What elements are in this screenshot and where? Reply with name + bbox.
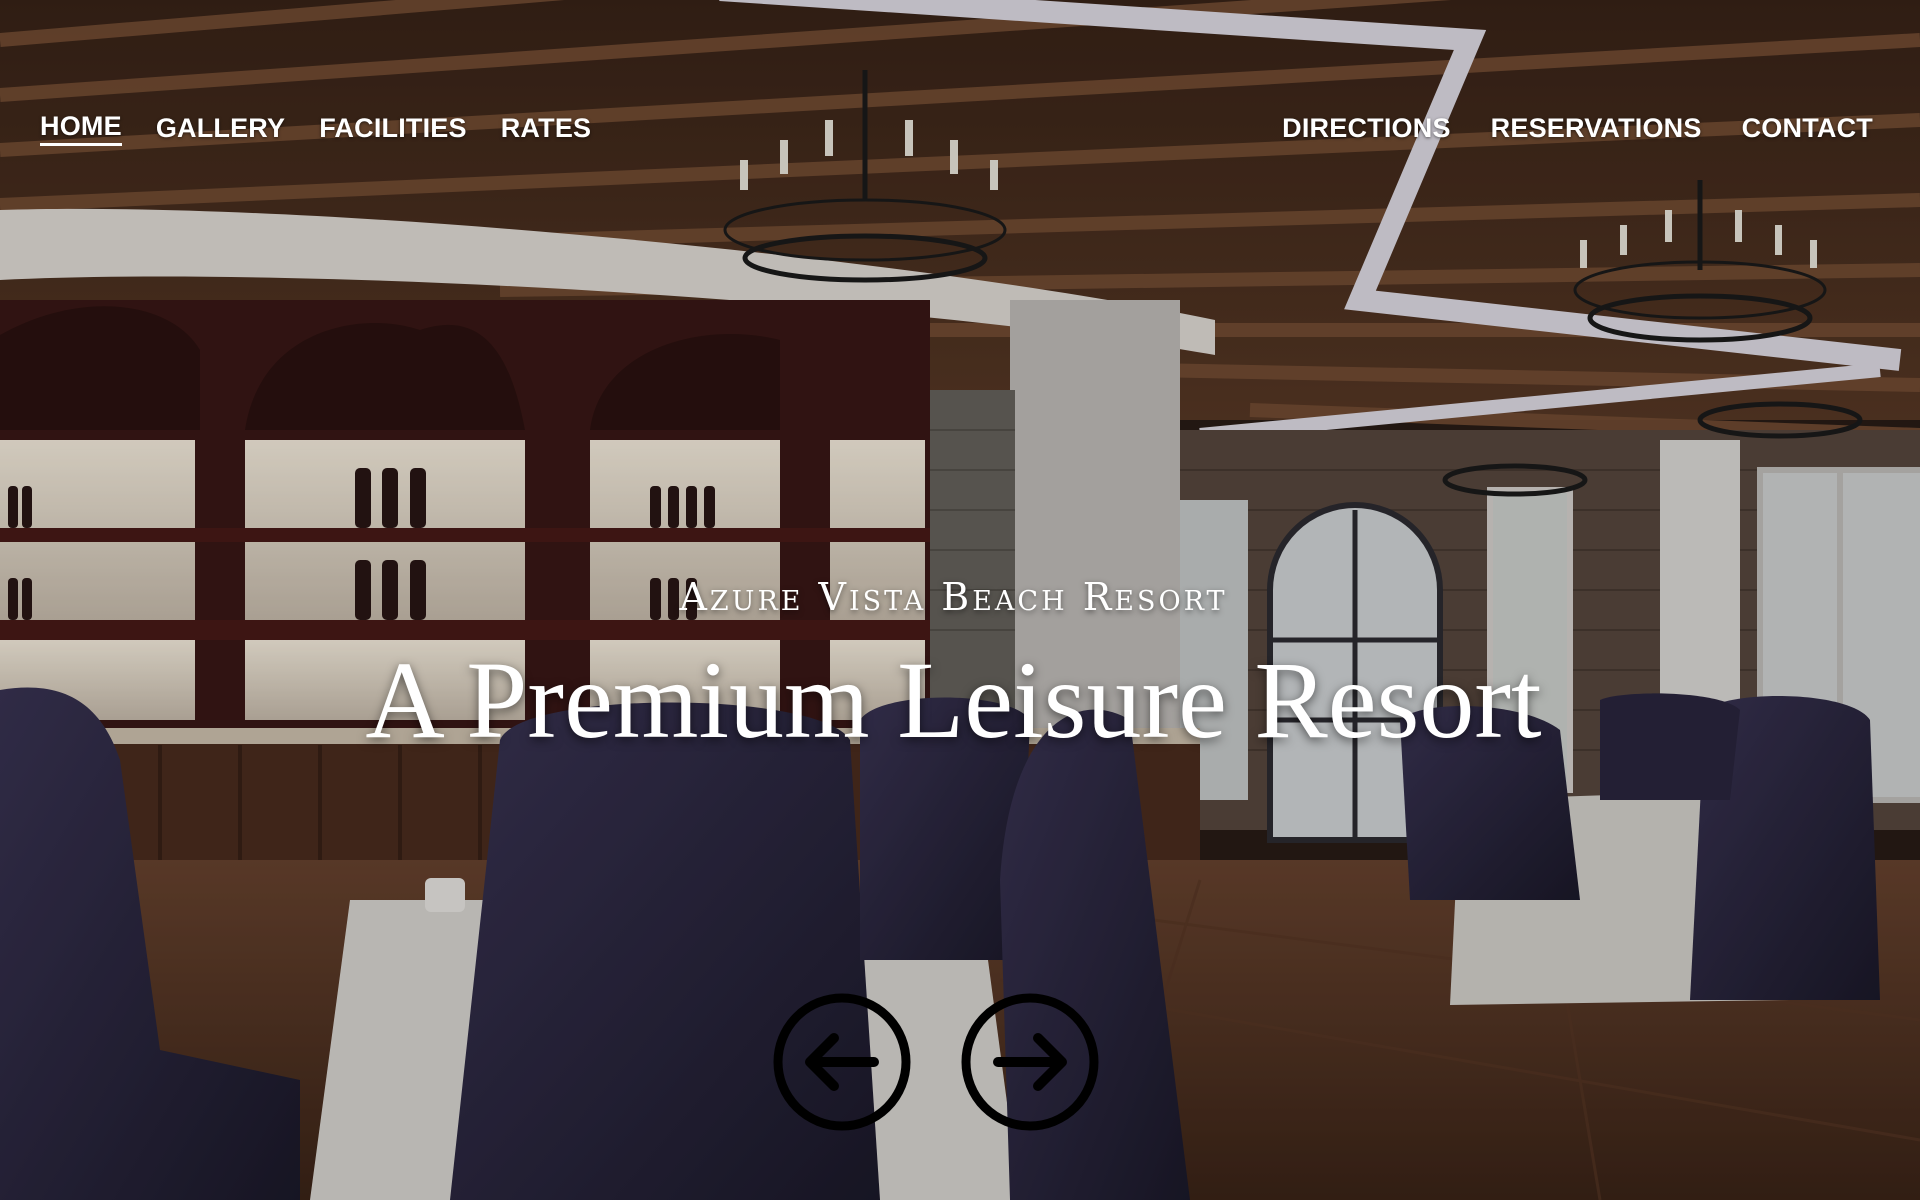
hero-kicker: Azure Vista Beach Resort bbox=[679, 575, 1228, 619]
slider-prev-button[interactable] bbox=[772, 992, 912, 1132]
hero-headline: A Premium Leisure Resort bbox=[365, 639, 1542, 761]
arrow-left-circle-icon bbox=[773, 993, 911, 1131]
hero-slider: HOME GALLERY FACILITIES RATES DIRECTIONS… bbox=[0, 0, 1920, 1200]
primary-nav-right: DIRECTIONS RESERVATIONS CONTACT bbox=[1282, 108, 1873, 148]
arrow-right-circle-icon bbox=[961, 993, 1099, 1131]
primary-nav-left: HOME GALLERY FACILITIES RATES bbox=[40, 108, 591, 148]
slider-next-button[interactable] bbox=[960, 992, 1100, 1132]
nav-reservations[interactable]: RESERVATIONS bbox=[1491, 113, 1702, 144]
nav-directions[interactable]: DIRECTIONS bbox=[1282, 113, 1451, 144]
nav-contact[interactable]: CONTACT bbox=[1742, 113, 1873, 144]
nav-rates[interactable]: RATES bbox=[501, 113, 592, 144]
nav-facilities[interactable]: FACILITIES bbox=[319, 113, 467, 144]
nav-home[interactable]: HOME bbox=[40, 111, 122, 146]
nav-gallery[interactable]: GALLERY bbox=[156, 113, 285, 144]
